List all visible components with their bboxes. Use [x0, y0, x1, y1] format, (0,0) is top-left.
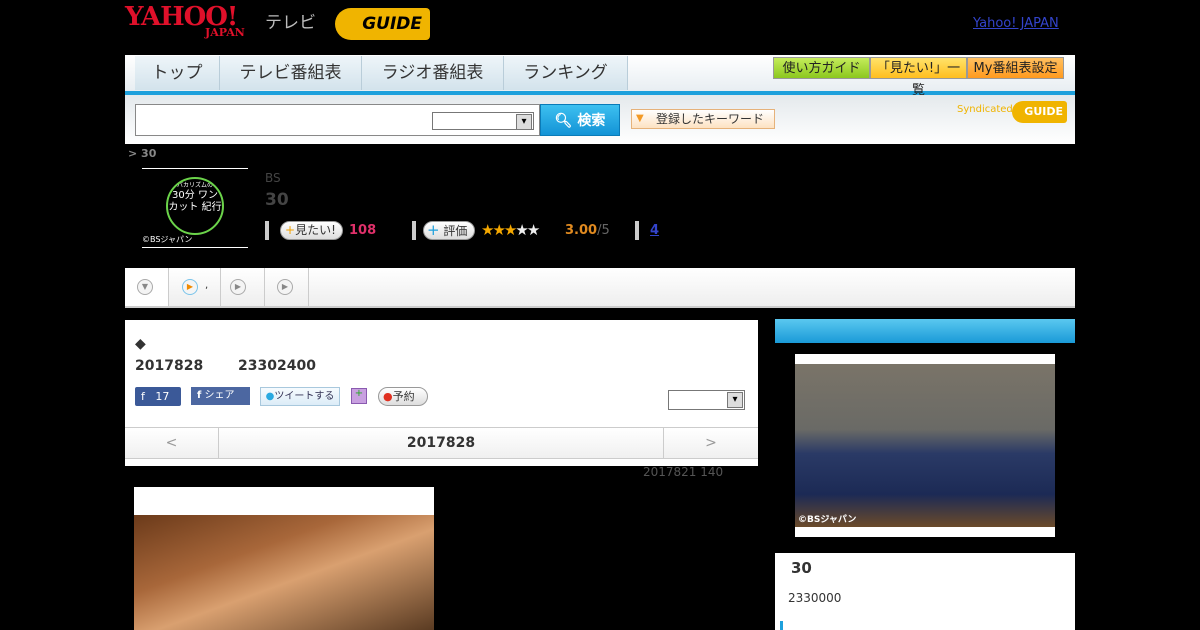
prev-date-button[interactable]: <	[125, 428, 219, 458]
sub-tab-4[interactable]: ▶	[265, 268, 309, 306]
episode-panel: ◆ 2017828 23302400 f 17 f シェア ●ツイートする + …	[125, 320, 758, 466]
fb-share-label: シェア	[204, 390, 235, 401]
side-marker	[780, 621, 783, 630]
tv-logo-text: テレビ	[265, 13, 316, 33]
chevron-down-icon: ▼	[137, 279, 153, 295]
rate-button[interactable]: + 評価	[423, 221, 475, 240]
star-filled-icon: ★	[492, 221, 506, 239]
episode-marker: ◆	[135, 336, 146, 352]
divider	[412, 221, 416, 240]
tab-tv-listings[interactable]: テレビ番組表	[220, 56, 362, 90]
reserve-label: 予約	[392, 390, 415, 403]
star-filled-icon: ★	[503, 221, 518, 239]
yahoo-japan-logo-text: JAPAN	[205, 26, 245, 39]
rate-label: 評価	[443, 224, 468, 238]
previous-broadcast-note: 2017821 140	[643, 465, 724, 479]
thumbnail-logo: バカリズムの 30分 ワンカット 紀行	[166, 177, 224, 235]
search-category-select[interactable]	[432, 112, 534, 130]
side-panel: ©BSジャパン 30 2330000	[775, 319, 1075, 630]
side-panel-header	[775, 319, 1075, 343]
channel-label: BS	[265, 171, 281, 185]
play-icon: ▶	[230, 279, 246, 295]
reserve-button[interactable]: ●予約	[378, 387, 428, 406]
rating-max: /5	[597, 223, 610, 238]
search-icon: 🔍︎	[554, 113, 573, 129]
registered-keywords-button[interactable]: 登録したキーワード	[631, 109, 775, 129]
search-button[interactable]: 🔍︎ 検索	[540, 104, 620, 136]
plus-icon: +	[427, 221, 440, 239]
mitai-count: 108	[349, 223, 377, 238]
episode-date: 2017828	[135, 358, 204, 374]
episode-photo	[134, 487, 434, 630]
search-button-label: 検索	[577, 113, 606, 129]
next-date-button[interactable]: >	[663, 428, 758, 458]
rating-number: 3.00	[565, 223, 598, 238]
record-icon: ●	[383, 390, 393, 403]
yahoo-japan-link[interactable]: Yahoo! JAPAN	[973, 16, 1059, 31]
tab-ranking[interactable]: ランキング	[504, 56, 628, 90]
plus-icon: +	[285, 223, 296, 237]
side-title: 30	[791, 559, 812, 577]
divider	[265, 221, 269, 240]
rating-value: 3.00/5	[565, 223, 610, 238]
fb-count: 17	[155, 390, 170, 403]
main-nav: トップ テレビ番組表 ラジオ番組表 ランキング 使い方ガイド 「見たい!」一覧 …	[125, 55, 1075, 98]
thumbnail-title: 30分 ワンカット 紀行	[168, 190, 222, 213]
photo-copyright: ©BSジャパン	[798, 515, 857, 525]
tab-top[interactable]: トップ	[135, 56, 220, 90]
add-calendar-icon[interactable]: +	[351, 388, 367, 404]
play-icon: ▶	[277, 279, 293, 295]
sub-tab-3[interactable]: ▶	[221, 268, 265, 306]
sub-tab-2[interactable]: ▶,	[169, 268, 221, 306]
current-date: 2017828	[406, 435, 476, 451]
mitai-label: 見たい!	[295, 223, 336, 237]
facebook-like-count[interactable]: f 17	[135, 387, 181, 406]
mitai-list-button[interactable]: 「見たい!」一覧	[870, 57, 967, 98]
star-empty-icon: ★	[526, 221, 541, 239]
facebook-icon: f	[197, 390, 202, 401]
guide-button[interactable]: 使い方ガイド	[773, 57, 870, 79]
thumbnail-subtitle: バカリズムの	[176, 182, 213, 189]
mitai-button[interactable]: +見たい!	[280, 221, 343, 240]
thumbnail-copyright: ©BSジャパン	[142, 235, 193, 244]
star-empty-icon: ★	[515, 221, 529, 239]
side-time: 2330000	[788, 591, 842, 605]
divider	[635, 221, 639, 240]
facebook-share-button[interactable]: f シェア	[191, 387, 250, 405]
tweet-label: ツイートする	[274, 391, 335, 402]
breadcrumb: > 30	[128, 147, 157, 160]
rating-stars: ★★★★★	[481, 221, 541, 239]
syndicated-text: Syndicated	[957, 104, 1013, 115]
play-icon: ▶	[182, 279, 198, 295]
tweet-button[interactable]: ●ツイートする	[260, 387, 340, 406]
date-navigation: < 2017828 >	[125, 427, 758, 459]
side-photo: ©BSジャパン	[775, 343, 1075, 553]
my-settings-button[interactable]: My番組表設定	[967, 57, 1064, 79]
search-bar: 🔍︎ 検索 登録したキーワード	[125, 95, 1075, 144]
program-title: 30	[265, 190, 289, 210]
sub-tabs: ▼ ▶, ▶ ▶	[125, 268, 1075, 308]
facebook-icon: f	[141, 390, 145, 403]
episode-time: 23302400	[238, 358, 316, 374]
program-thumbnail: バカリズムの 30分 ワンカット 紀行 ©BSジャパン	[142, 168, 248, 248]
sub-tab-1[interactable]: ▼	[125, 268, 169, 306]
reviews-link[interactable]: 4	[650, 223, 659, 238]
episode-select[interactable]	[668, 390, 745, 410]
star-filled-icon: ★	[481, 221, 495, 239]
syndicated-gguide-logo: GUIDE	[1012, 101, 1067, 123]
tab-radio-listings[interactable]: ラジオ番組表	[362, 56, 504, 90]
gguide-logo: GUIDE	[335, 8, 430, 40]
sub-tab-label: ,	[205, 280, 209, 291]
